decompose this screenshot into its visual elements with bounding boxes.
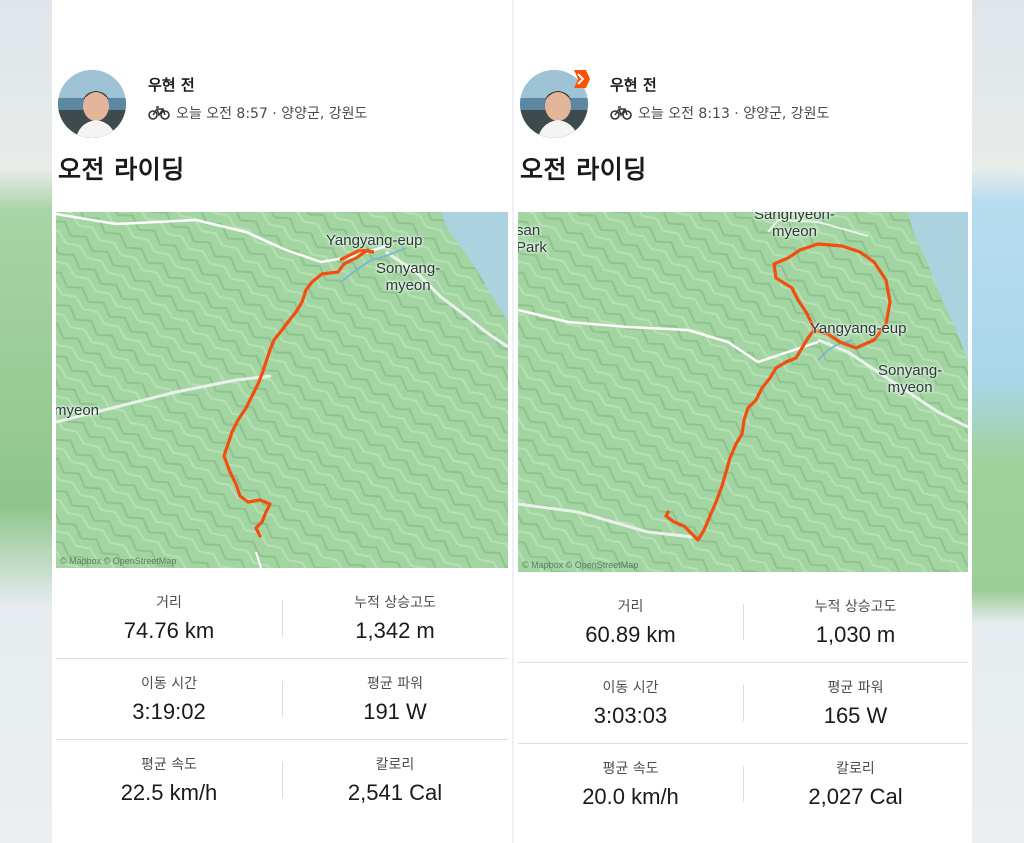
stat-label: 칼로리	[375, 757, 415, 773]
stat-value: 3:03:03	[593, 703, 668, 728]
activity-title[interactable]: 오전 라이딩	[520, 150, 647, 186]
map-label: san Park	[518, 222, 547, 256]
stat-moving-time: 이동 시간 3:03:03	[518, 663, 743, 743]
stat-label: 거리	[617, 599, 644, 615]
stat-avg-power: 평균 파워 165 W	[743, 663, 968, 743]
map-label: Sonyang- myeon	[376, 260, 441, 294]
stat-label: 이동 시간	[602, 680, 659, 696]
activity-stats: 거리 74.76 km 누적 상승고도 1,342 m 이동 시간 3:19:0…	[56, 578, 508, 820]
stat-calories: 칼로리 2,541 Cal	[282, 740, 508, 820]
stat-elevation: 누적 상승고도 1,030 m	[743, 582, 968, 662]
activity-card[interactable]: 우현 전 오늘 오전 8:13 · 양양군, 강원도 오전 라이딩 Sanghy…	[514, 0, 972, 843]
stat-label: 평균 속도	[141, 757, 197, 773]
backdrop-right	[964, 0, 1024, 843]
strava-chevron-icon	[574, 70, 590, 88]
map-label: Yangyang-eup	[326, 232, 423, 249]
stat-label: 거리	[156, 595, 182, 611]
stat-label: 평균 파워	[367, 676, 423, 692]
stat-calories: 칼로리 2,027 Cal	[743, 744, 968, 824]
avatar[interactable]	[58, 70, 126, 138]
stat-value: 2,027 Cal	[808, 784, 903, 809]
stat-elevation: 누적 상승고도 1,342 m	[282, 578, 508, 658]
map-attribution[interactable]: © Mapbox © OpenStreetMap	[60, 556, 176, 566]
stat-label: 평균 속도	[602, 761, 659, 777]
activity-header: 우현 전 오늘 오전 8:13 · 양양군, 강원도	[520, 70, 972, 142]
activity-meta: 오늘 오전 8:13 · 양양군, 강원도	[610, 103, 829, 123]
stats-row: 거리 60.89 km 누적 상승고도 1,030 m	[518, 582, 968, 663]
stats-row: 거리 74.76 km 누적 상승고도 1,342 m	[56, 578, 508, 659]
stat-value: 74.76 km	[123, 618, 215, 643]
map-label: Sanghyeon- myeon	[754, 212, 835, 240]
stat-label: 누적 상승고도	[354, 595, 436, 611]
stat-label: 누적 상승고도	[814, 599, 897, 615]
stat-distance: 거리 74.76 km	[56, 578, 282, 658]
stats-row: 평균 속도 20.0 km/h 칼로리 2,027 Cal	[518, 744, 968, 824]
activity-header: 우현 전 오늘 오전 8:57 · 양양군, 강원도	[58, 70, 512, 142]
user-name[interactable]: 우현 전	[148, 74, 195, 95]
stats-row: 이동 시간 3:19:02 평균 파워 191 W	[56, 659, 508, 740]
user-name[interactable]: 우현 전	[610, 74, 657, 95]
route-map[interactable]: Yangyang-eup Sonyang- myeon myeon © Mapb…	[56, 212, 508, 568]
activity-stats: 거리 60.89 km 누적 상승고도 1,030 m 이동 시간 3:03:0…	[518, 582, 968, 824]
stat-value: 2,541 Cal	[347, 780, 443, 805]
stat-value: 165 W	[823, 703, 888, 728]
stat-value: 191 W	[363, 699, 427, 724]
stat-moving-time: 이동 시간 3:19:02	[56, 659, 282, 739]
bicycle-icon	[148, 106, 170, 120]
activity-title[interactable]: 오전 라이딩	[58, 150, 185, 186]
map-label: Yangyang-eup	[810, 320, 907, 337]
map-attribution[interactable]: © Mapbox © OpenStreetMap	[522, 560, 638, 570]
stat-label: 이동 시간	[141, 676, 197, 692]
stat-value: 1,342 m	[355, 618, 435, 643]
stat-value: 20.0 km/h	[582, 784, 679, 809]
stat-avg-power: 평균 파워 191 W	[282, 659, 508, 739]
activity-time-location: 오늘 오전 8:13 · 양양군, 강원도	[638, 106, 830, 122]
backdrop-left	[0, 0, 60, 843]
map-label: Sonyang- myeon	[878, 362, 943, 396]
stat-avg-speed: 평균 속도 22.5 km/h	[56, 740, 282, 820]
activity-meta: 오늘 오전 8:57 · 양양군, 강원도	[148, 103, 367, 123]
stat-value: 3:19:02	[132, 699, 206, 724]
activity-time-location: 오늘 오전 8:57 · 양양군, 강원도	[176, 106, 368, 122]
route-map[interactable]: Sanghyeon- myeon san Park Yangyang-eup S…	[518, 212, 968, 572]
stat-label: 평균 파워	[827, 680, 884, 696]
stat-value: 60.89 km	[585, 622, 676, 647]
bicycle-icon	[610, 106, 632, 120]
stat-label: 칼로리	[836, 761, 875, 777]
stats-row: 평균 속도 22.5 km/h 칼로리 2,541 Cal	[56, 740, 508, 820]
stat-value: 1,030 m	[815, 622, 896, 647]
activity-card[interactable]: 우현 전 오늘 오전 8:57 · 양양군, 강원도 오전 라이딩 Yangya…	[52, 0, 512, 843]
stats-row: 이동 시간 3:03:03 평균 파워 165 W	[518, 663, 968, 744]
map-label: myeon	[56, 402, 100, 419]
stat-distance: 거리 60.89 km	[518, 582, 743, 662]
stat-avg-speed: 평균 속도 20.0 km/h	[518, 744, 743, 824]
stat-value: 22.5 km/h	[120, 780, 218, 805]
